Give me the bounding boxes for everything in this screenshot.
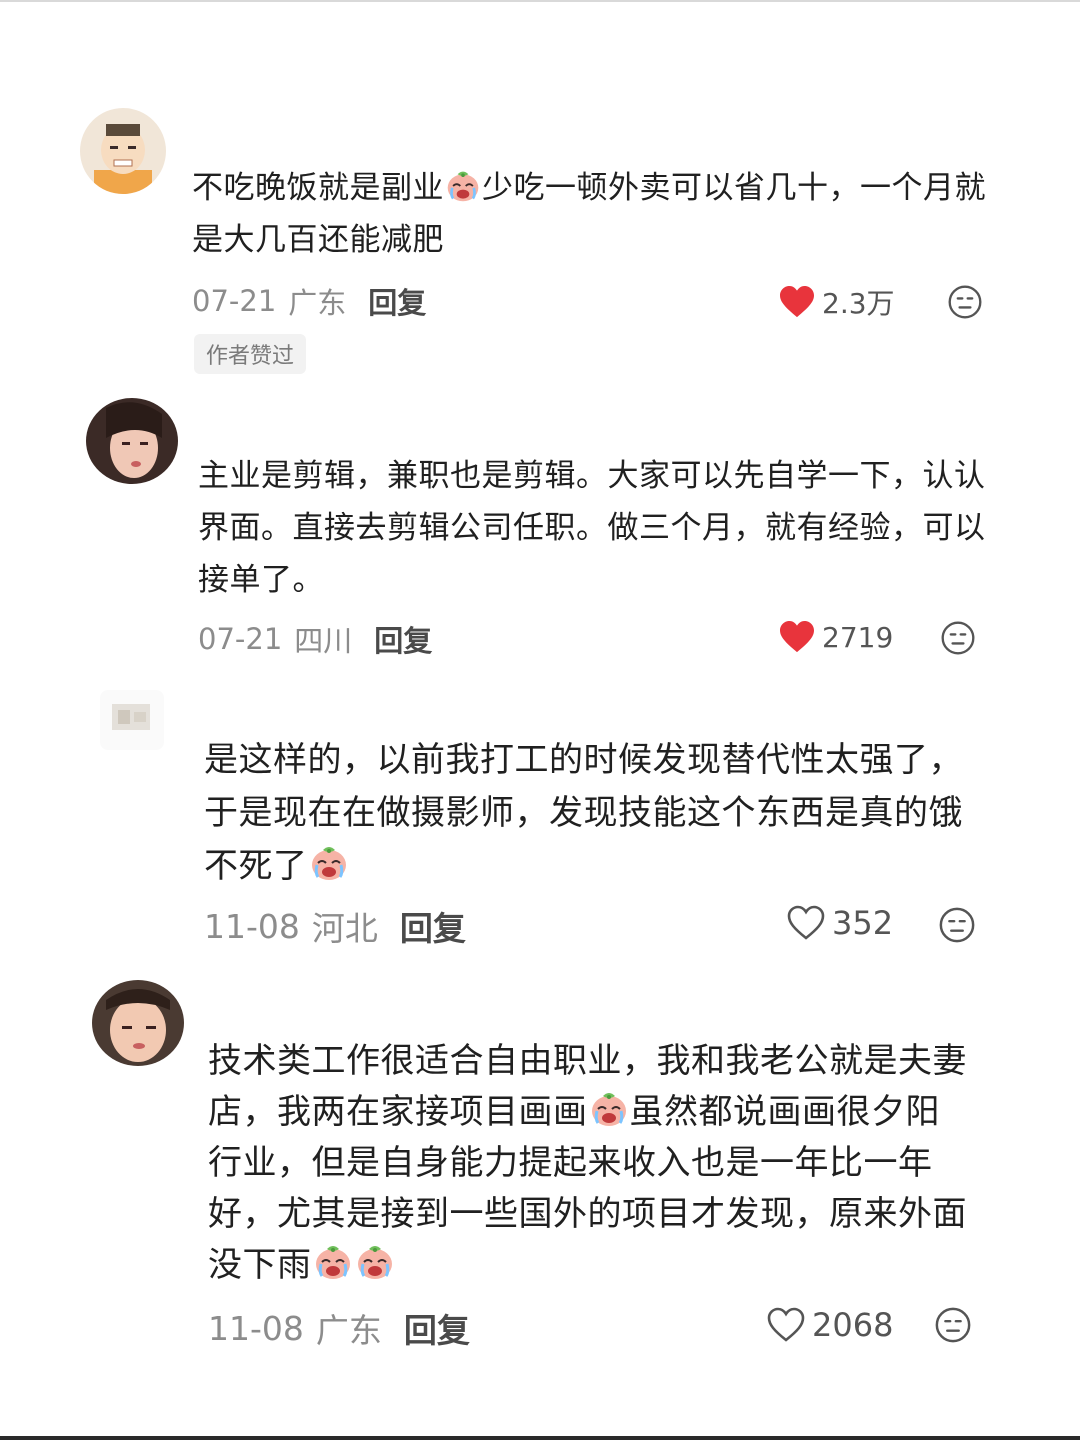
like-button[interactable]: 2719 — [778, 620, 893, 654]
comment-date: 11-08 — [204, 906, 300, 946]
crying-face-emoji — [589, 1089, 629, 1129]
like-count: 352 — [832, 904, 894, 942]
reply-button[interactable]: 回复 — [400, 902, 466, 950]
like-button[interactable]: 2068 — [766, 1306, 893, 1344]
avatar[interactable] — [86, 398, 178, 484]
avatar[interactable] — [100, 690, 164, 750]
comment-text: 技术类工作很适合自由职业，我和我老公就是夫妻店，我两在家接项目画画 虽然都说画画很… — [208, 1036, 968, 1291]
comment-location: 河北 — [311, 909, 378, 948]
reply-button[interactable]: 回复 — [374, 618, 432, 660]
avatar[interactable] — [92, 980, 184, 1066]
author-liked-badge: 作者赞过 — [194, 334, 307, 374]
comment-meta: 07-21 广东 回复 — [192, 280, 426, 322]
comment-date: 07-21 — [192, 284, 277, 318]
heart-filled-icon — [778, 620, 816, 654]
crying-face-emoji — [309, 843, 349, 883]
comment-location: 广东 — [288, 286, 347, 320]
top-divider — [0, 0, 1080, 2]
crying-face-emoji — [313, 1242, 353, 1282]
comment-meta: 07-21 四川 回复 — [198, 618, 432, 660]
comment-text: 不吃晚饭就是副业 少吃一顿外卖可以省几十，一个月就是大几百还能减肥 — [192, 162, 1012, 266]
comment-date: 07-21 — [198, 622, 283, 656]
heart-filled-icon — [778, 285, 816, 319]
crying-face-emoji — [355, 1242, 395, 1282]
reply-button[interactable]: 回复 — [404, 1304, 470, 1352]
heart-outline-icon — [766, 1307, 806, 1343]
like-count: 2.3万 — [822, 287, 895, 320]
comment-date: 11-08 — [208, 1308, 304, 1348]
comment-meta: 11-08 河北 回复 — [204, 902, 466, 950]
comment-meta: 11-08 广东 回复 — [208, 1304, 470, 1352]
bottom-divider — [0, 1436, 1080, 1440]
like-button[interactable]: 352 — [786, 904, 893, 942]
avatar[interactable] — [80, 108, 166, 194]
comment-text: 主业是剪辑，兼职也是剪辑。大家可以先自学一下，认认界面。直接去剪辑公司任职。做三… — [198, 458, 986, 598]
dislike-face-icon[interactable] — [934, 1306, 972, 1344]
heart-outline-icon — [786, 905, 826, 941]
reply-button[interactable]: 回复 — [368, 280, 426, 322]
like-count: 2719 — [822, 620, 894, 654]
dislike-face-icon[interactable] — [940, 620, 976, 656]
dislike-face-icon[interactable] — [947, 284, 983, 320]
like-button[interactable]: 2.3万 — [778, 282, 895, 322]
dislike-face-icon[interactable] — [938, 906, 976, 944]
comment-location: 四川 — [294, 624, 353, 658]
crying-face-emoji — [445, 168, 481, 204]
comment-location: 广东 — [315, 1311, 382, 1350]
comment-text: 是这样的，以前我打工的时候发现替代性太强了，于是现在在做摄影师，发现技能这个东西… — [204, 734, 974, 893]
comment-text-part: 不吃晚饭就是副业 — [192, 170, 444, 206]
like-count: 2068 — [812, 1306, 894, 1344]
